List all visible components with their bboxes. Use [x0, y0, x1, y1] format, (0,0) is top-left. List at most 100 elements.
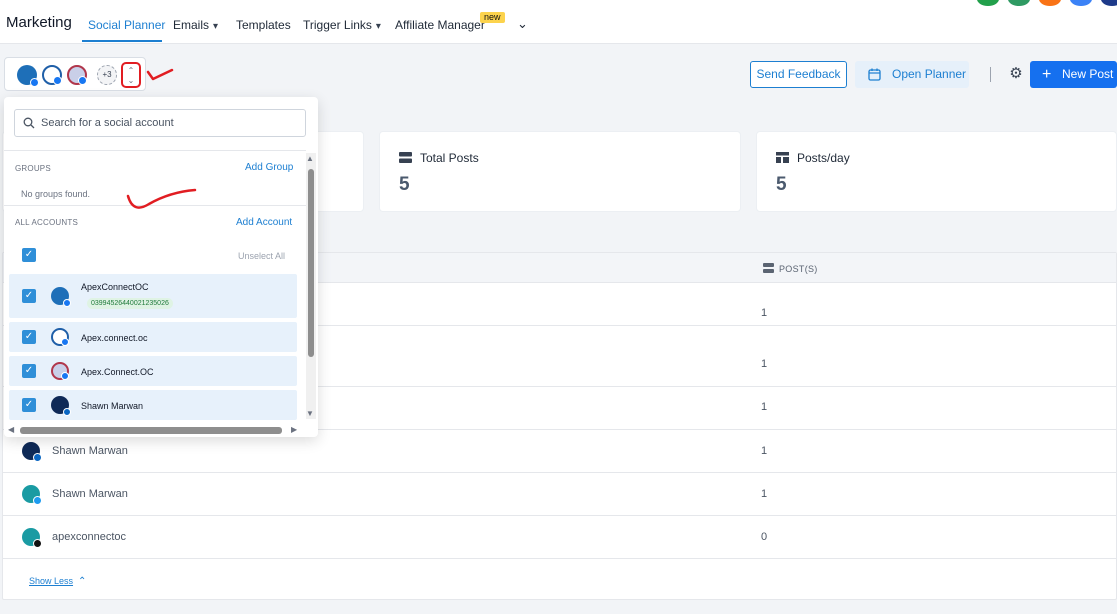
- account-avatar: [22, 442, 42, 462]
- stat-card-posts-per-day: Posts/day 5: [756, 131, 1117, 212]
- tab-trigger-links-label: Trigger Links: [303, 18, 372, 32]
- account-avatar: [51, 396, 71, 416]
- post-count: 1: [761, 401, 768, 413]
- post-count: 0: [761, 531, 768, 543]
- stat-label: Posts/day: [797, 151, 850, 165]
- add-account-link[interactable]: Add Account: [236, 217, 292, 228]
- divider: [4, 150, 306, 151]
- calendar-icon: [868, 68, 881, 81]
- avatar-dot[interactable]: [977, 0, 999, 6]
- chevron-down-icon: ▾: [375, 21, 381, 32]
- account-avatar: [51, 287, 71, 307]
- more-tabs-chevron-icon[interactable]: ⌄: [517, 16, 528, 32]
- account-avatar: [51, 362, 69, 380]
- scroll-up-arrow-icon[interactable]: ▲: [306, 154, 314, 163]
- account-picker[interactable]: +3 ⌃ ⌄: [4, 57, 146, 91]
- posts-column-header: POST(S): [779, 264, 818, 274]
- scroll-left-arrow-icon[interactable]: ◀: [8, 425, 14, 434]
- account-name: apexconnectoc: [52, 531, 126, 543]
- tab-trigger-links[interactable]: Trigger Links ▾: [303, 18, 381, 32]
- table-row[interactable]: Shawn Marwan 1: [3, 473, 1116, 516]
- avatar-dot[interactable]: [1008, 0, 1030, 6]
- gear-icon[interactable]: ⚙: [1008, 66, 1024, 82]
- server-icon: [399, 152, 412, 163]
- tab-social-planner[interactable]: Social Planner: [88, 18, 165, 32]
- post-count: 1: [761, 488, 768, 500]
- facebook-icon: [53, 76, 62, 85]
- scrollbar-thumb[interactable]: [308, 169, 314, 357]
- divider: [990, 67, 991, 82]
- table-row[interactable]: apexconnectoc 0: [3, 516, 1116, 559]
- layout-icon: [776, 152, 789, 163]
- send-feedback-button[interactable]: Send Feedback: [750, 61, 847, 88]
- stat-value: 5: [399, 174, 410, 195]
- app-title: Marketing: [6, 14, 72, 31]
- tab-affiliate-manager[interactable]: Affiliate Manager: [395, 18, 485, 32]
- search-input[interactable]: [41, 115, 296, 131]
- tab-emails-label: Emails: [173, 18, 210, 32]
- divider: [4, 205, 306, 206]
- stat-card-total-posts: Total Posts 5: [379, 131, 741, 212]
- post-count: 1: [761, 358, 768, 370]
- account-dropdown: GROUPS Add Group No groups found. ALL AC…: [4, 97, 318, 437]
- account-avatar: [67, 65, 87, 85]
- new-badge: new: [480, 12, 505, 23]
- chevron-up-icon: ⌃: [78, 576, 87, 587]
- active-tab-indicator: [82, 40, 162, 42]
- open-planner-button[interactable]: Open Planner: [855, 61, 969, 88]
- unselect-all-link[interactable]: Unselect All: [238, 251, 285, 261]
- account-option[interactable]: ✓ Apex.connect.oc: [9, 322, 297, 352]
- no-groups-text: No groups found.: [21, 189, 91, 199]
- account-name: Apex.connect.oc: [81, 333, 148, 343]
- post-count: 1: [761, 445, 768, 457]
- account-name: ApexConnectOC: [81, 282, 149, 292]
- account-option[interactable]: ✓ Apex.Connect.OC: [9, 356, 297, 386]
- facebook-icon: [30, 78, 39, 87]
- avatar-dot[interactable]: [1039, 0, 1061, 6]
- account-name: Shawn Marwan: [52, 445, 128, 457]
- tab-templates[interactable]: Templates: [236, 18, 291, 32]
- account-checkbox[interactable]: ✓: [22, 364, 36, 378]
- linkedin-icon: [33, 453, 42, 462]
- account-avatar: [42, 65, 62, 85]
- account-option[interactable]: ✓ Shawn Marwan: [9, 390, 297, 420]
- groups-heading: GROUPS: [15, 164, 51, 173]
- account-id-badge: 03994526440021235026: [87, 298, 173, 309]
- account-avatar: [17, 65, 39, 87]
- open-planner-label: Open Planner: [892, 67, 967, 81]
- plus-icon: +: [1042, 66, 1052, 83]
- search-box[interactable]: [14, 109, 306, 137]
- add-group-link[interactable]: Add Group: [245, 162, 293, 173]
- scroll-right-arrow-icon[interactable]: ▶: [291, 425, 297, 434]
- facebook-icon: [61, 372, 69, 380]
- account-name: Shawn Marwan: [52, 488, 128, 500]
- account-name: Shawn Marwan: [81, 401, 144, 411]
- avatar-dot[interactable]: [1070, 0, 1092, 6]
- server-icon: [763, 263, 774, 273]
- more-accounts-count: +3: [97, 65, 117, 85]
- account-avatar: [51, 328, 69, 346]
- top-nav: Marketing Social Planner Emails ▾ Templat…: [0, 0, 1117, 44]
- account-checkbox[interactable]: ✓: [22, 398, 36, 412]
- all-accounts-heading: ALL ACCOUNTS: [15, 218, 79, 227]
- tab-emails[interactable]: Emails ▾: [173, 18, 218, 32]
- account-checkbox[interactable]: ✓: [22, 289, 36, 303]
- new-post-button[interactable]: + New Post: [1030, 61, 1117, 88]
- facebook-icon: [63, 299, 71, 307]
- expand-collapse-icon[interactable]: ⌃ ⌄: [121, 62, 141, 88]
- avatar-dot[interactable]: [1101, 0, 1117, 6]
- scroll-down-arrow-icon[interactable]: ▼: [306, 409, 314, 418]
- horizontal-scrollbar-thumb[interactable]: [20, 427, 282, 434]
- account-option[interactable]: ✓ ApexConnectOC 03994526440021235026: [9, 274, 297, 318]
- stat-value: 5: [776, 174, 787, 195]
- account-name: Apex.Connect.OC: [81, 367, 154, 377]
- facebook-icon: [61, 338, 69, 346]
- stat-label: Total Posts: [420, 151, 479, 165]
- show-less-link[interactable]: Show Less ⌃: [29, 576, 86, 587]
- select-all-checkbox[interactable]: ✓: [22, 248, 36, 262]
- show-less-label: Show Less: [29, 576, 74, 586]
- google-business-icon: [33, 496, 42, 505]
- post-count: 1: [761, 307, 768, 319]
- facebook-icon: [78, 76, 87, 85]
- account-checkbox[interactable]: ✓: [22, 330, 36, 344]
